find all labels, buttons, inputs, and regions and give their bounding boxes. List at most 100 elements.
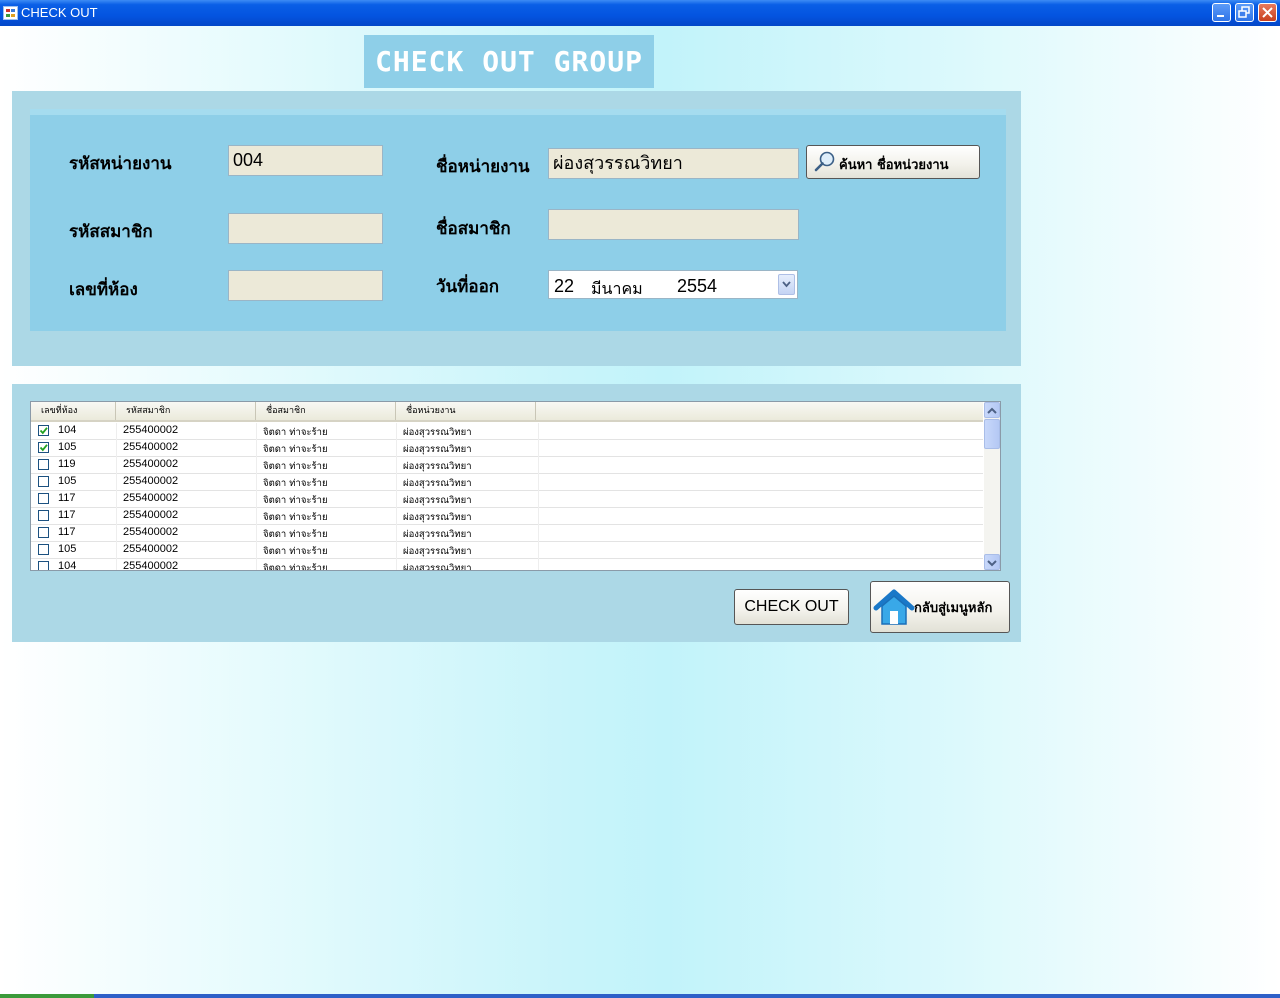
column-separator [116, 508, 117, 525]
column-separator [116, 457, 117, 474]
column-separator [256, 440, 257, 457]
cell-dept-name: ผ่องสุวรรณวิทยา [403, 478, 472, 489]
column-separator [538, 508, 539, 525]
search-dept-button[interactable]: ค้นหา ชื่อหน่วยงาน [806, 145, 980, 179]
cell-dept-name: ผ่องสุวรรณวิทยา [403, 546, 472, 557]
row-checkbox[interactable] [38, 425, 49, 436]
cell-member-name: จิตดา ท่าจะร้าย [263, 495, 328, 506]
cell-dept-name: ผ่องสุวรรณวิทยา [403, 563, 472, 571]
table-row[interactable]: 119 255400002 จิตดา ท่าจะร้าย ผ่องสุวรรณวิท… [31, 457, 983, 474]
row-checkbox[interactable] [38, 510, 49, 521]
member-code-field[interactable] [228, 213, 383, 244]
dept-code-field[interactable]: 004 [228, 145, 383, 176]
table-row[interactable]: 104 255400002 จิตดา ท่าจะร้าย ผ่องสุวรรณวิท… [31, 423, 983, 440]
row-checkbox[interactable] [38, 561, 49, 570]
list-vertical-scrollbar[interactable] [984, 402, 1000, 570]
column-separator [538, 423, 539, 440]
home-icon [873, 589, 915, 625]
column-header-member-code[interactable]: รหัสสมาชิก [116, 402, 256, 420]
column-separator [256, 508, 257, 525]
dept-name-field[interactable]: ผ่องสุวรรณวิทยา [548, 148, 799, 179]
cell-member-name: จิตดา ท่าจะร้าย [263, 444, 328, 455]
app-window-icon [3, 6, 18, 20]
column-separator [538, 542, 539, 559]
column-separator [116, 559, 117, 570]
member-name-field[interactable] [548, 209, 799, 240]
table-row[interactable]: 104 255400002 จิตดา ท่าจะร้าย ผ่องสุวรรณวิท… [31, 559, 983, 571]
scroll-thumb[interactable] [984, 419, 1000, 449]
page-title: CHECK OUT GROUP [364, 35, 654, 88]
column-header-room[interactable]: เลขที่ห้อง [31, 402, 116, 420]
table-row[interactable]: 105 255400002 จิตดา ท่าจะร้าย ผ่องสุวรรณวิท… [31, 474, 983, 491]
row-checkbox[interactable] [38, 442, 49, 453]
cell-member-name: จิตดา ท่าจะร้าย [263, 563, 328, 571]
cell-dept-name: ผ่องสุวรรณวิทยา [403, 495, 472, 506]
row-checkbox[interactable] [38, 544, 49, 555]
date-day: 22 [554, 276, 575, 296]
table-row[interactable]: 105 255400002 จิตดา ท่าจะร้าย ผ่องสุวรรณวิท… [31, 440, 983, 457]
window-title: CHECK OUT [21, 5, 98, 20]
column-separator [396, 474, 397, 491]
minimize-icon [1217, 15, 1224, 17]
cell-room: 105 [58, 543, 77, 555]
row-checkbox[interactable] [38, 459, 49, 470]
cell-member-name: จิตดา ท่าจะร้าย [263, 461, 328, 472]
column-header-member-name[interactable]: ชื่อสมาชิก [256, 402, 396, 420]
chevron-down-icon [782, 281, 791, 288]
cell-member-code: 255400002 [123, 458, 179, 470]
table-row[interactable]: 117 255400002 จิตดา ท่าจะร้าย ผ่องสุวรรณวิท… [31, 491, 983, 508]
form-inner-panel [30, 109, 1006, 331]
column-separator [538, 457, 539, 474]
column-separator [116, 525, 117, 542]
cell-member-name: จิตดา ท่าจะร้าย [263, 546, 328, 557]
table-row[interactable]: 105 255400002 จิตดา ท่าจะร้าย ผ่องสุวรรณวิท… [31, 542, 983, 559]
column-separator [396, 491, 397, 508]
cell-room: 105 [58, 475, 77, 487]
table-row[interactable]: 117 255400002 จิตดา ท่าจะร้าย ผ่องสุวรรณวิท… [31, 525, 983, 542]
column-separator [396, 508, 397, 525]
dept-name-label: ชื่อหน่ายงาน [436, 157, 530, 177]
checkout-list[interactable]: เลขที่ห้อง รหัสสมาชิก ชื่อสมาชิก ชื่อหน่… [30, 401, 1001, 571]
close-window-button[interactable] [1258, 3, 1277, 22]
column-separator [396, 457, 397, 474]
cell-room: 117 [58, 492, 76, 504]
checkout-button[interactable]: CHECK OUT [734, 589, 849, 625]
date-dropdown-button[interactable] [778, 274, 795, 295]
cell-member-code: 255400002 [123, 441, 179, 453]
cell-member-code: 255400002 [123, 424, 179, 436]
cell-member-name: จิตดา ท่าจะร้าย [263, 478, 328, 489]
column-separator [396, 525, 397, 542]
room-no-label: เลขที่ห้อง [69, 280, 138, 300]
cell-dept-name: ผ่องสุวรรณวิทยา [403, 444, 472, 455]
checkmark-icon [39, 444, 48, 452]
column-separator [116, 423, 117, 440]
list-header: เลขที่ห้อง รหัสสมาชิก ชื่อสมาชิก ชื่อหน่… [31, 402, 983, 422]
start-button-edge[interactable] [0, 994, 94, 998]
row-checkbox[interactable] [38, 493, 49, 504]
back-to-main-menu-button[interactable]: กลับสู่เมนูหลัก [870, 581, 1010, 633]
column-header-dept-name[interactable]: ชื่อหน่วยงาน [396, 402, 536, 420]
window-titlebar[interactable]: CHECK OUT [0, 0, 1280, 26]
row-checkbox[interactable] [38, 476, 49, 487]
checkout-date-picker[interactable]: 22 มีนาคม 2554 [548, 270, 798, 299]
cell-room: 105 [58, 441, 77, 453]
cell-room: 119 [58, 458, 76, 470]
minimize-button[interactable] [1212, 3, 1231, 22]
row-checkbox[interactable] [38, 527, 49, 538]
checkout-date-label: วันที่ออก [436, 277, 500, 297]
table-row[interactable]: 117 255400002 จิตดา ท่าจะร้าย ผ่องสุวรรณวิท… [31, 508, 983, 525]
column-separator [396, 440, 397, 457]
room-no-field[interactable] [228, 270, 383, 301]
cell-member-code: 255400002 [123, 560, 179, 571]
scroll-down-button[interactable] [984, 554, 1000, 570]
cell-member-code: 255400002 [123, 543, 179, 555]
back-to-main-menu-label: กลับสู่เมนูหลัก [914, 601, 993, 616]
member-name-label: ชื่อสมาชิก [436, 219, 511, 239]
dept-code-label: รหัสหน่ายงาน [69, 154, 172, 174]
cell-member-code: 255400002 [123, 509, 179, 521]
restore-button[interactable] [1235, 3, 1254, 22]
scroll-up-button[interactable] [984, 402, 1000, 418]
cell-dept-name: ผ่องสุวรรณวิทยา [403, 461, 472, 472]
cell-member-code: 255400002 [123, 492, 179, 504]
cell-dept-name: ผ่องสุวรรณวิทยา [403, 529, 472, 540]
